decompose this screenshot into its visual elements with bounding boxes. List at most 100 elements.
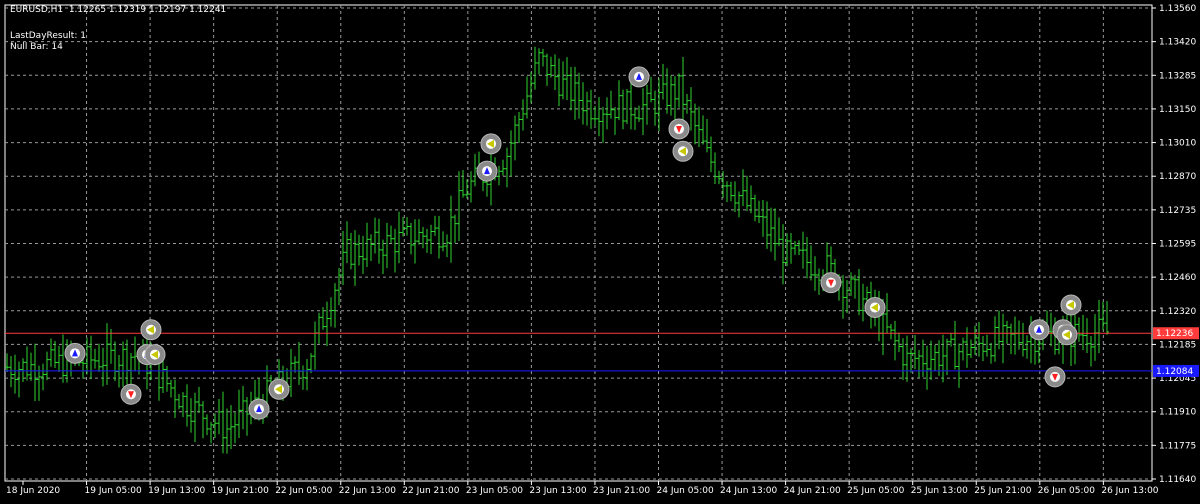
ohlc-bar (241, 385, 245, 430)
x-tick-label: 18 Jun 2020 (6, 486, 60, 496)
ohlc-bar (693, 103, 697, 145)
buy-signal-marker[interactable] (628, 66, 650, 88)
x-tick-label: 26 Jun 13:00 (1101, 486, 1158, 496)
ohlc-bar (185, 384, 189, 427)
ohlc-bar (473, 153, 477, 187)
ohlc-bar (201, 401, 205, 439)
x-tick-label: 23 Jun 13:00 (529, 486, 586, 496)
ohlc-bar (717, 170, 721, 185)
buy-signal-marker[interactable] (248, 398, 270, 420)
ohlc-bar (953, 321, 957, 370)
ohlc-bar (1085, 318, 1089, 354)
ohlc-bar (373, 217, 377, 254)
ohlc-bar (409, 222, 413, 255)
close-signal-marker[interactable] (140, 319, 162, 341)
price-chart-svg[interactable]: 1.13560 1.13420 1.13285 1.13150 1.13010 1.128… (0, 0, 1200, 500)
sell-signal-marker[interactable] (668, 118, 690, 140)
ohlc-bar (33, 343, 37, 402)
y-tick-label: 1.13010 (1159, 139, 1196, 149)
ohlc-bar (809, 245, 813, 281)
ohlc-bar (633, 107, 637, 130)
ohlc-bar (685, 94, 689, 114)
ohlc-bar (357, 234, 361, 266)
ohlc-bar (773, 208, 777, 261)
chart-area[interactable]: 1.13560 1.13420 1.13285 1.13150 1.13010 1.128… (0, 0, 1200, 500)
ohlc-bar (969, 339, 973, 359)
ohlc-bar (421, 226, 425, 249)
ohlc-bar (981, 335, 985, 362)
ohlc-bar (777, 217, 781, 247)
y-tick-label: 1.11910 (1159, 408, 1196, 418)
close-signal-marker[interactable] (672, 140, 694, 162)
ohlc-bar (313, 321, 317, 370)
ohlc-bar (497, 165, 501, 186)
ohlc-bar (305, 358, 309, 391)
ohlc-bar (649, 76, 653, 103)
ohlc-bar (1013, 316, 1017, 355)
close-signal-marker[interactable] (1056, 324, 1078, 346)
ohlc-bar (57, 345, 61, 372)
ohlc-bar (605, 97, 609, 130)
ohlc-bar (465, 179, 469, 199)
ohlc-bar (701, 115, 705, 145)
ohlc-bar (813, 256, 817, 291)
buy-signal-marker[interactable] (64, 342, 86, 364)
ohlc-bar (1017, 320, 1021, 350)
sell-signal-marker[interactable] (820, 272, 842, 294)
x-tick-label: 19 Jun 21:00 (212, 486, 269, 496)
ohlc-bar (857, 268, 861, 316)
ohlc-bar (929, 340, 933, 380)
close-signal-marker[interactable] (864, 296, 886, 318)
sell-signal-marker[interactable] (1044, 366, 1066, 388)
buy-signal-marker[interactable] (476, 160, 498, 182)
ohlc-bar (61, 334, 65, 383)
ohlc-bar (745, 175, 749, 212)
null-bar-label: Null Bar: 14 (10, 42, 63, 52)
ohlc-bar (709, 136, 713, 173)
ohlc-bar (569, 66, 573, 111)
ohlc-bar (533, 46, 537, 90)
ohlc-bar (453, 214, 457, 243)
close-signal-marker[interactable] (1060, 294, 1082, 316)
y-tick-label: 1.13285 (1159, 71, 1196, 81)
ohlc-bar (893, 320, 897, 361)
ohlc-bar (725, 181, 729, 203)
ohlc-bar (673, 76, 677, 120)
ohlc-bar (789, 232, 793, 264)
ohlc-bar (889, 324, 893, 340)
x-tick-label: 22 Jun 13:00 (339, 486, 396, 496)
ohlc-bar (577, 72, 581, 119)
ohlc-bar (445, 234, 449, 258)
ohlc-bar (1037, 338, 1041, 364)
ohlc-bar (853, 274, 857, 299)
ohlc-bar (317, 312, 321, 344)
ohlc-bar (573, 66, 577, 120)
ohlc-bar (1105, 301, 1109, 335)
ohlc-bar (885, 293, 889, 334)
ohlc-bar (425, 228, 429, 253)
ohlc-bar (537, 48, 541, 75)
ohlc-bar (329, 297, 333, 327)
ohlc-bar (25, 346, 29, 381)
ohlc-bar (417, 219, 421, 245)
ohlc-bar (437, 215, 441, 259)
close-signal-marker[interactable] (480, 133, 502, 155)
close-signal-marker[interactable] (268, 378, 290, 400)
ohlc-bar (781, 224, 785, 285)
buy-signal-marker[interactable] (1028, 319, 1050, 341)
ohlc-bar (621, 89, 625, 130)
ohlc-bar (13, 354, 17, 394)
y-tick-label: 1.12595 (1159, 240, 1196, 250)
ohlc-bar (1001, 313, 1005, 364)
ohlc-bar (189, 398, 193, 433)
sell-signal-marker[interactable] (120, 383, 142, 405)
ohlc-bar (897, 332, 901, 353)
ohlc-bar (961, 337, 965, 361)
ohlc-bar (601, 106, 605, 143)
close-signal-marker[interactable] (144, 344, 166, 366)
ohlc-bar (797, 240, 801, 256)
x-tick-label: 22 Jun 21:00 (402, 486, 459, 496)
ohlc-bar (841, 274, 845, 319)
x-tick-label: 24 Jun 21:00 (784, 486, 841, 496)
x-tick-label: 24 Jun 05:00 (657, 486, 714, 496)
